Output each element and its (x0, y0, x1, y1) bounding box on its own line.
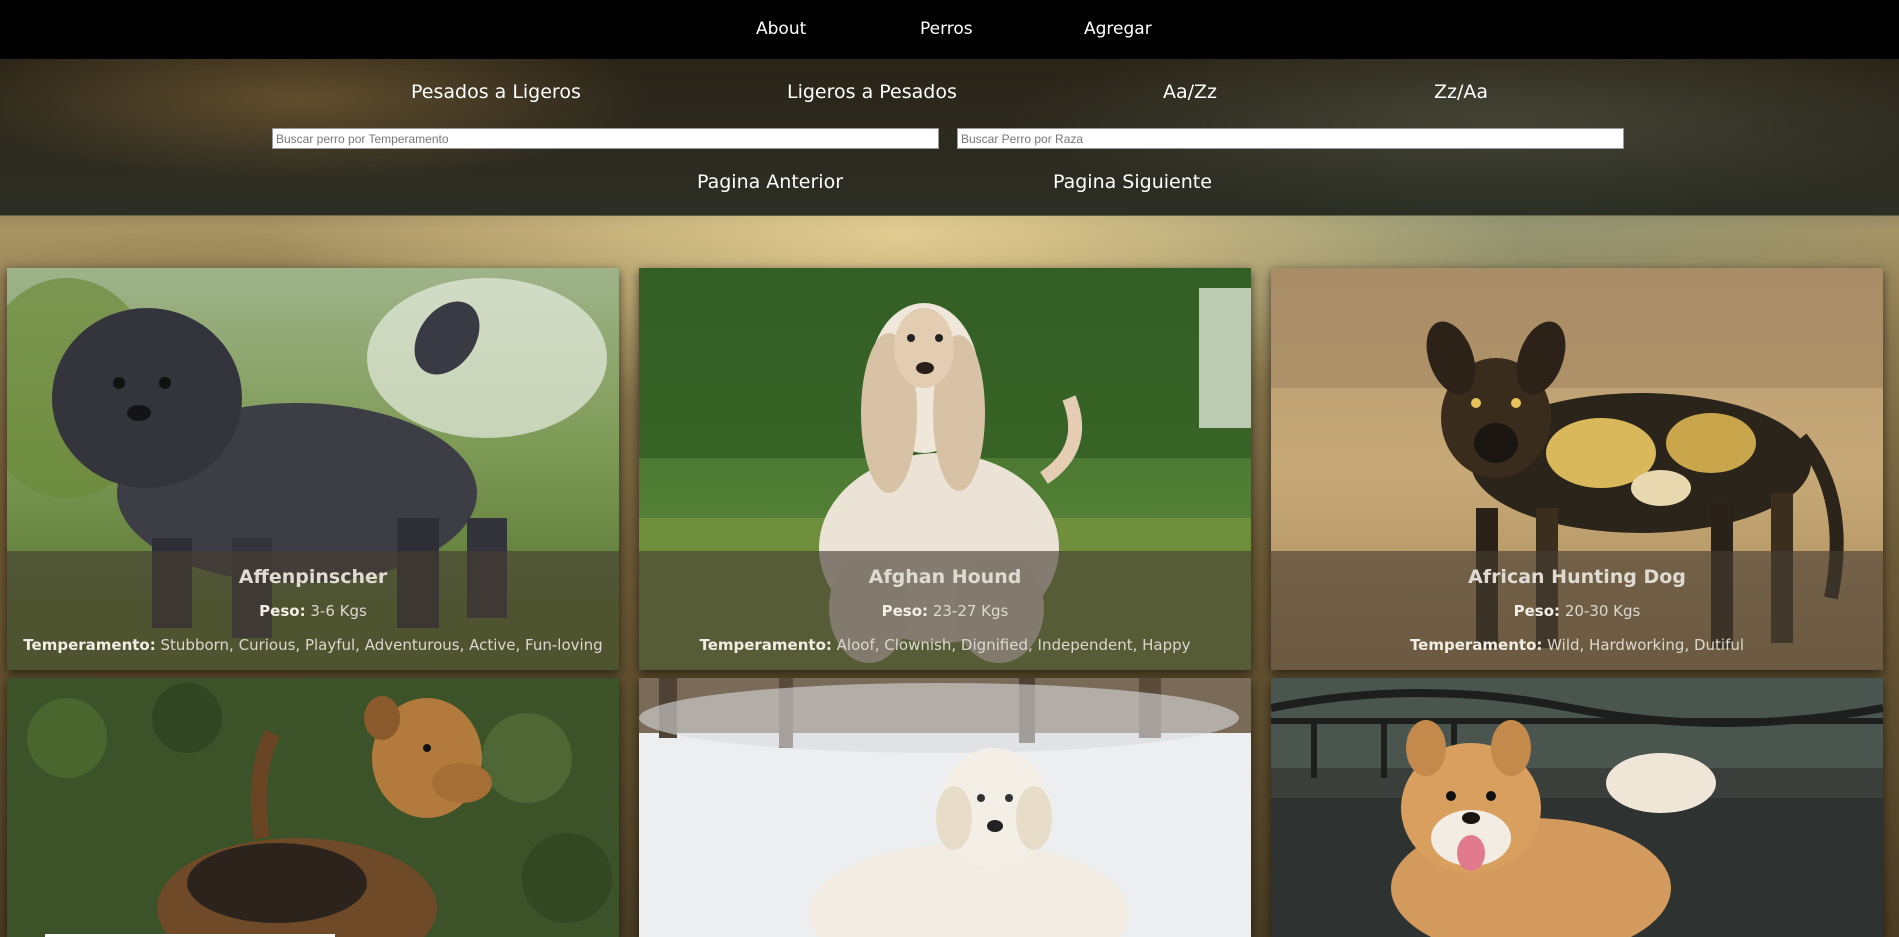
dog-temperament: Temperamento: Stubborn, Curious, Playful… (7, 636, 619, 654)
dog-weight: Peso: 20-30 Kgs (1271, 602, 1883, 620)
sort-light-to-heavy-button[interactable]: Ligeros a Pesados (787, 81, 957, 103)
filter-bar: Pesados a Ligeros Ligeros a Pesados Aa/Z… (0, 59, 1899, 216)
dog-temperament: Temperamento: Wild, Hardworking, Dutiful (1271, 636, 1883, 654)
dog-card[interactable] (639, 678, 1251, 937)
weight-value: 20-30 Kgs (1564, 602, 1641, 620)
sort-a-z-button[interactable]: Aa/Zz (1163, 81, 1217, 103)
nav-agregar-link[interactable]: Agregar (1084, 19, 1152, 39)
dog-card[interactable]: African Hunting Dog Peso: 20-30 Kgs Temp… (1271, 268, 1883, 670)
dog-name: Affenpinscher (238, 566, 388, 588)
dog-weight: Peso: 3-6 Kgs (7, 602, 619, 620)
dog-card-info: African Hunting Dog Peso: 20-30 Kgs Temp… (1271, 551, 1883, 670)
breed-search-input[interactable] (957, 128, 1624, 149)
temperament-label: Temperamento: (1409, 636, 1543, 654)
akita-photo (1271, 678, 1883, 937)
dog-card-info: Affenpinscher Peso: 3-6 Kgs Temperamento… (7, 551, 619, 670)
temperament-value: Stubborn, Curious, Playful, Adventurous,… (160, 636, 603, 654)
sort-z-a-button[interactable]: Zz/Aa (1434, 81, 1488, 103)
weight-value: 3-6 Kgs (310, 602, 367, 620)
dog-weight: Peso: 23-27 Kgs (639, 602, 1251, 620)
previous-page-button[interactable]: Pagina Anterior (697, 171, 843, 193)
temperament-label: Temperamento: (23, 636, 156, 654)
nav-perros-link[interactable]: Perros (920, 19, 973, 39)
dog-card[interactable] (1271, 678, 1883, 937)
dog-card[interactable]: Afghan Hound Peso: 23-27 Kgs Temperament… (639, 268, 1251, 670)
temperament-value: Aloof, Clownish, Dignified, Independent,… (836, 636, 1191, 654)
weight-value: 23-27 Kgs (932, 602, 1009, 620)
sort-heavy-to-light-button[interactable]: Pesados a Ligeros (411, 81, 581, 103)
weight-label: Peso: (259, 602, 306, 620)
dog-card[interactable]: Affenpinscher Peso: 3-6 Kgs Temperamento… (7, 268, 619, 670)
dog-name: African Hunting Dog (1468, 566, 1686, 588)
next-page-button[interactable]: Pagina Siguiente (1053, 171, 1212, 193)
dog-card[interactable] (7, 678, 619, 937)
dog-name: Afghan Hound (868, 566, 1022, 588)
nav-about-link[interactable]: About (756, 19, 806, 39)
temperament-value: Wild, Hardworking, Dutiful (1547, 636, 1745, 654)
temperament-label: Temperamento: (699, 636, 832, 654)
dog-card-info: Afghan Hound Peso: 23-27 Kgs Temperament… (639, 551, 1251, 670)
temperament-search-input[interactable] (272, 128, 939, 149)
airedale-terrier-photo (7, 678, 619, 937)
top-nav: About Perros Agregar (0, 0, 1899, 59)
weight-label: Peso: (1513, 602, 1561, 620)
weight-label: Peso: (881, 602, 929, 620)
dog-temperament: Temperamento: Aloof, Clownish, Dignified… (639, 636, 1251, 654)
akbash-dog-photo (639, 678, 1251, 937)
